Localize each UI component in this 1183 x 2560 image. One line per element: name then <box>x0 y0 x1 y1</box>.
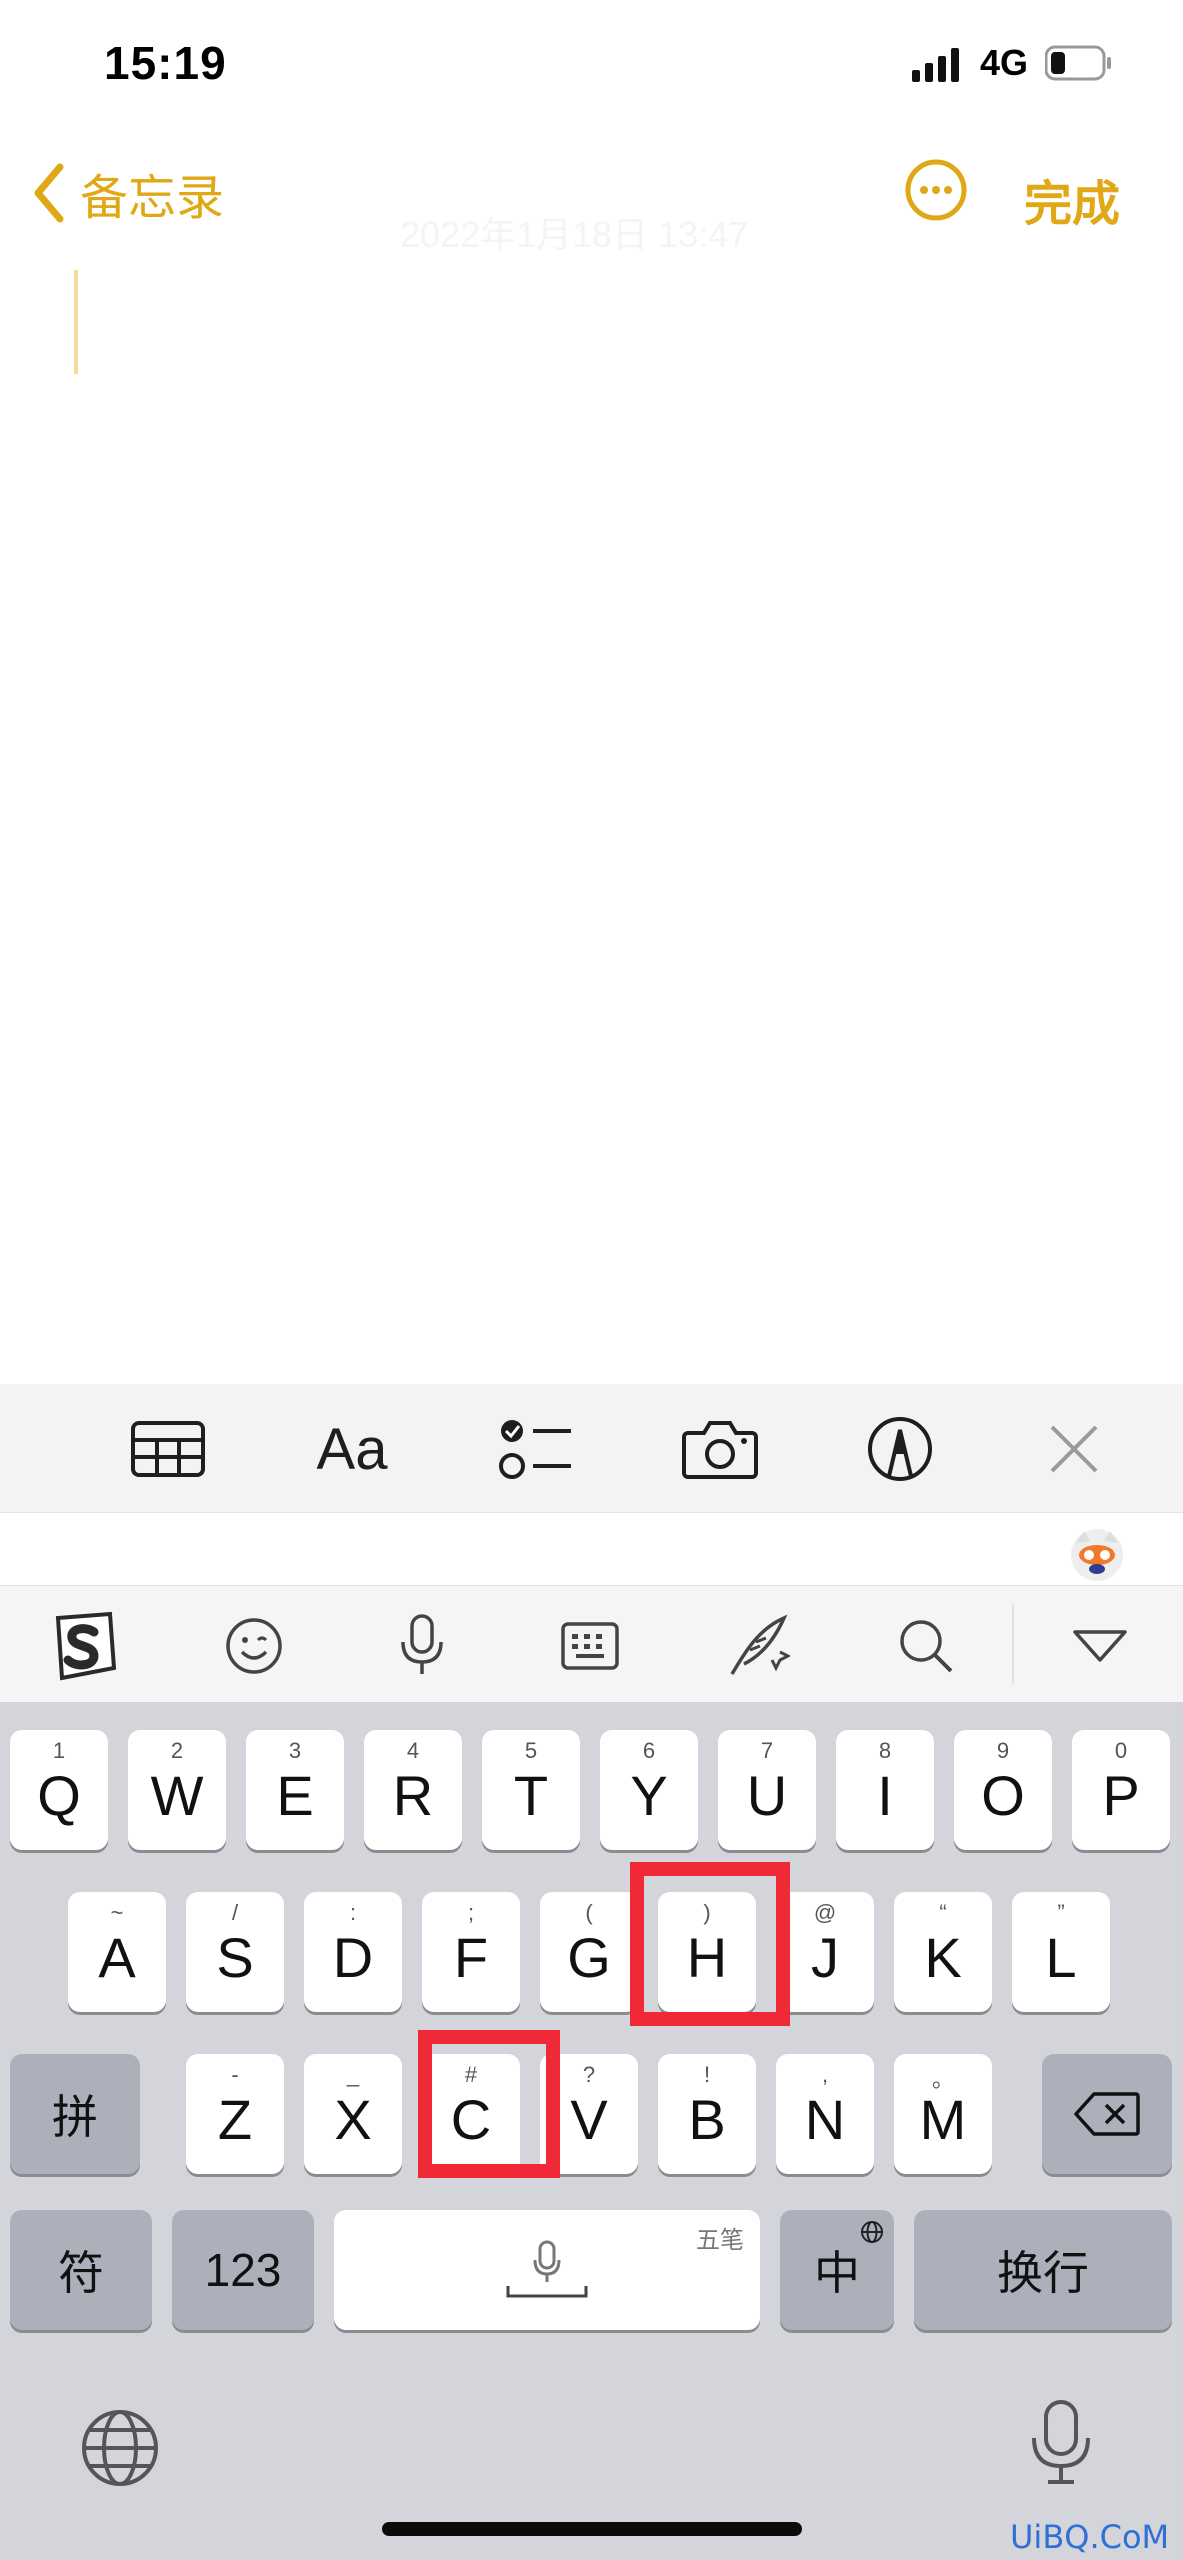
candidate-bar <box>0 1512 1183 1586</box>
keyboard-icon[interactable] <box>554 1610 626 1682</box>
key-p[interactable]: 0P <box>1072 1730 1170 1850</box>
key-n[interactable]: ,N <box>776 2054 874 2174</box>
key-j[interactable]: @ J <box>776 1892 874 2012</box>
key-u[interactable]: 7U <box>718 1730 816 1850</box>
markup-icon[interactable] <box>862 1414 938 1484</box>
chevron-left-icon <box>34 163 64 223</box>
key-r[interactable]: 4R <box>364 1730 462 1850</box>
emoji-icon[interactable] <box>218 1610 290 1682</box>
key-e[interactable]: 3E <box>246 1730 344 1850</box>
key-t[interactable]: 5T <box>482 1730 580 1850</box>
sogou-logo-icon[interactable] <box>48 1610 120 1682</box>
back-button[interactable]: 备忘录 <box>32 158 224 228</box>
globe-icon[interactable] <box>80 2408 160 2488</box>
status-bar: 15:19 4G <box>0 0 1183 130</box>
key-h-highlight <box>630 1862 790 2026</box>
globe-small-icon <box>861 2221 883 2243</box>
status-time: 15:19 <box>104 37 227 89</box>
notes-toolbar: Aa <box>0 1384 1183 1512</box>
note-date: 2022年1月18日 13:47 <box>400 214 749 255</box>
pinyin-key[interactable]: 拼 <box>10 2054 140 2174</box>
ime-toolbar <box>0 1586 1183 1702</box>
key-x[interactable]: _ X <box>304 2054 402 2174</box>
key-f[interactable]: ; F <box>422 1892 520 2012</box>
camera-icon[interactable] <box>682 1414 758 1484</box>
numbers-key[interactable]: 123 <box>172 2210 314 2330</box>
key-k[interactable]: “K <box>894 1892 992 2012</box>
format-text-button[interactable]: Aa <box>314 1414 390 1484</box>
home-indicator[interactable] <box>382 2522 802 2536</box>
backspace-icon <box>1074 2092 1140 2136</box>
key-l[interactable]: ” L <box>1012 1892 1110 2012</box>
space-key[interactable]: 五笔 <box>334 2210 760 2330</box>
return-key[interactable]: 换行 <box>914 2210 1172 2330</box>
dictation-icon[interactable] <box>1026 2398 1096 2488</box>
microphone-icon[interactable] <box>386 1610 458 1682</box>
delete-key[interactable] <box>1042 2054 1172 2174</box>
site-watermark: UiBQ.CoM <box>1010 2518 1170 2556</box>
key-z[interactable]: -Z <box>186 2054 284 2174</box>
keyboard: 1Q 2W 3E 4R 5T 6Y 7U 8I 9O 0P ~ A / S :D ;… <box>0 1702 1183 2560</box>
key-w[interactable]: 2W <box>128 1730 226 1850</box>
key-g[interactable]: (G <box>540 1892 638 2012</box>
handwriting-icon[interactable] <box>722 1610 794 1682</box>
collapse-icon[interactable] <box>1064 1610 1136 1682</box>
key-c-highlight <box>418 2030 560 2178</box>
key-y[interactable]: 6Y <box>600 1730 698 1850</box>
ime-mascot-icon[interactable] <box>1068 1525 1126 1583</box>
key-s[interactable]: / S <box>186 1892 284 2012</box>
table-icon[interactable] <box>130 1414 206 1484</box>
microphone-icon <box>506 2240 588 2298</box>
more-options-icon[interactable] <box>904 158 968 222</box>
key-i[interactable]: 8I <box>836 1730 934 1850</box>
key-a[interactable]: ~ A <box>68 1892 166 2012</box>
text-cursor[interactable] <box>74 270 78 374</box>
language-key[interactable]: 中 <box>780 2210 894 2330</box>
done-button[interactable]: 完成 <box>1024 164 1120 234</box>
signal-icon <box>912 48 959 82</box>
toolbar-divider <box>1012 1604 1014 1684</box>
battery-icon <box>1045 45 1111 81</box>
back-label: 备忘录 <box>80 172 225 225</box>
search-icon[interactable] <box>890 1610 962 1682</box>
key-d[interactable]: :D <box>304 1892 402 2012</box>
key-b[interactable]: ! B <box>658 2054 756 2174</box>
network-type: 4G <box>980 42 1029 83</box>
symbol-key[interactable]: 符 <box>10 2210 152 2330</box>
checklist-icon[interactable] <box>498 1414 574 1484</box>
key-m[interactable]: 。 M <box>894 2054 992 2174</box>
key-o[interactable]: 9O <box>954 1730 1052 1850</box>
key-q[interactable]: 1Q <box>10 1730 108 1850</box>
space-hint: 五笔 <box>696 2227 744 2254</box>
close-icon[interactable] <box>1036 1414 1112 1484</box>
